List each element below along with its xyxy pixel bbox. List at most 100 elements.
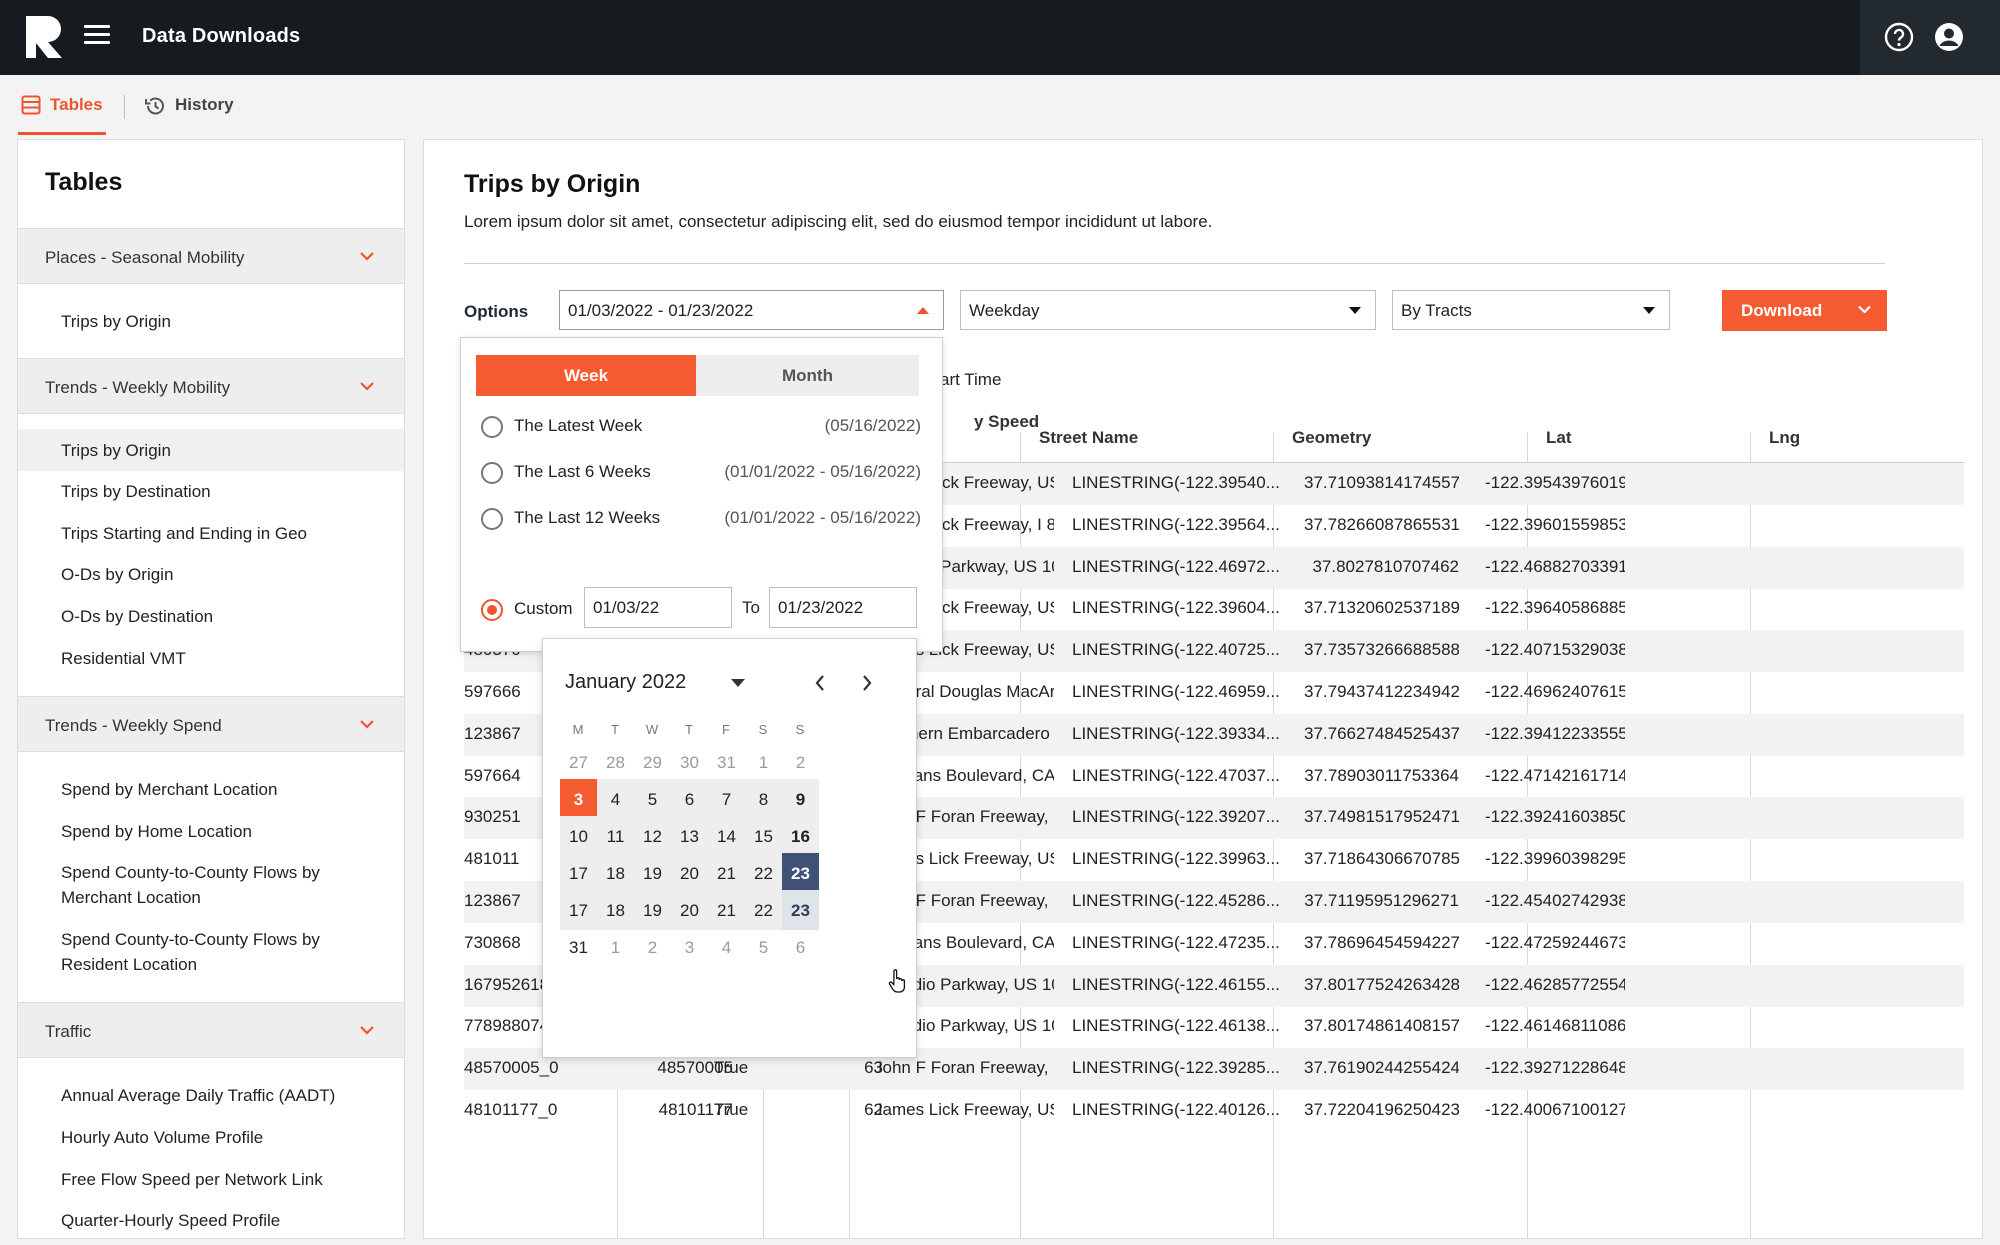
sidebar-item-hourly-auto-volume[interactable]: Hourly Auto Volume Profile [18, 1125, 404, 1150]
calendar-day[interactable]: 9 [782, 779, 819, 819]
radio-button-selected[interactable] [481, 599, 503, 621]
calendar-day[interactable]: 28 [597, 742, 634, 782]
chevron-right-icon[interactable] [861, 674, 873, 692]
calendar-day[interactable]: 14 [708, 816, 745, 856]
preset-custom[interactable]: Custom [481, 595, 573, 625]
calendar-day[interactable]: 16 [782, 816, 819, 856]
calendar-day[interactable]: 7 [708, 779, 745, 819]
calendar-day[interactable]: 30 [671, 742, 708, 782]
calendar-day[interactable]: 31 [708, 742, 745, 782]
custom-from-input[interactable]: 01/03/22 [584, 587, 732, 628]
sidebar-item-trips-by-origin[interactable]: Trips by Origin [18, 429, 404, 471]
tab-history[interactable]: History [144, 95, 234, 135]
calendar-day[interactable]: 27 [560, 742, 597, 782]
calendar-day[interactable]: 11 [597, 816, 634, 856]
radio-button[interactable] [481, 462, 503, 484]
sidebar-item-spend-by-merchant-location[interactable]: Spend by Merchant Location [18, 777, 404, 802]
cell-lng: -122.4628577255403 [1485, 974, 1625, 994]
sidebar-item-trips-by-origin[interactable]: Trips by Origin [18, 309, 404, 334]
sidebar-item-ods-by-destination[interactable]: O-Ds by Destination [18, 604, 404, 629]
column-header-lng[interactable]: Lng [1769, 428, 1800, 448]
calendar-day[interactable]: 17 [560, 890, 597, 930]
calendar-day[interactable]: 31 [560, 927, 597, 967]
group-places-seasonal-mobility[interactable]: Places - Seasonal Mobility [18, 228, 404, 284]
calendar-day[interactable]: 23 [782, 890, 819, 930]
preset-last-6-weeks[interactable]: The Last 6 Weeks (01/01/2022 - 05/16/202… [481, 458, 921, 488]
sidebar-item-spend-county-flows-merchant[interactable]: Spend County-to-County Flows by Merchant… [18, 860, 348, 910]
calendar-day[interactable]: 22 [745, 853, 782, 893]
calendar-day[interactable]: 21 [708, 890, 745, 930]
calendar-day[interactable]: 21 [708, 853, 745, 893]
month-select-caret-icon[interactable] [731, 679, 745, 687]
calendar-day[interactable]: 2 [634, 927, 671, 967]
help-icon[interactable] [1884, 22, 1914, 52]
calendar-day[interactable]: 19 [634, 890, 671, 930]
column-header-geometry[interactable]: Geometry [1292, 428, 1371, 448]
column-header-speed[interactable]: y Speed [974, 412, 1039, 432]
calendar-day[interactable]: 20 [671, 853, 708, 893]
sidebar-item-ods-by-origin[interactable]: O-Ds by Origin [18, 562, 404, 587]
calendar-day[interactable]: 19 [634, 853, 671, 893]
download-button[interactable]: Download [1722, 290, 1887, 331]
sidebar-item-free-flow-speed[interactable]: Free Flow Speed per Network Link [18, 1167, 404, 1192]
group-trends-weekly-spend[interactable]: Trends - Weekly Spend [18, 696, 404, 752]
day-type-select[interactable]: Weekday [960, 290, 1376, 330]
start-time-option[interactable]: art Time [940, 370, 1001, 390]
preset-last-12-weeks[interactable]: The Last 12 Weeks (01/01/2022 - 05/16/20… [481, 504, 921, 534]
sidebar-item-aadt[interactable]: Annual Average Daily Traffic (AADT) [18, 1083, 404, 1108]
menu-icon[interactable] [84, 25, 110, 47]
preset-latest-week[interactable]: The Latest Week (05/16/2022) [481, 412, 921, 442]
calendar-day[interactable]: 20 [671, 890, 708, 930]
calendar-day[interactable]: 1 [597, 927, 634, 967]
sidebar-item-spend-by-home-location[interactable]: Spend by Home Location [18, 819, 404, 844]
chevron-left-icon[interactable] [814, 674, 826, 692]
calendar-day[interactable]: 2 [782, 742, 819, 782]
column-header-lat[interactable]: Lat [1546, 428, 1572, 448]
calendar-month-label[interactable]: January 2022 [565, 671, 686, 694]
calendar-day[interactable]: 3 [560, 779, 597, 819]
calendar-day[interactable]: 1 [745, 742, 782, 782]
calendar-day[interactable]: 5 [634, 779, 671, 819]
month-toggle[interactable]: Month [696, 355, 919, 396]
radio-button[interactable] [481, 508, 503, 530]
sidebar-item-trips-by-destination[interactable]: Trips by Destination [18, 479, 404, 504]
calendar-day[interactable]: 8 [745, 779, 782, 819]
week-toggle[interactable]: Week [476, 355, 696, 396]
radio-button[interactable] [481, 416, 503, 438]
calendar-day[interactable]: 4 [597, 779, 634, 819]
sidebar-item-quarter-hourly-speed[interactable]: Quarter-Hourly Speed Profile [18, 1208, 404, 1233]
calendar-day[interactable]: 6 [671, 779, 708, 819]
sidebar-item-spend-county-flows-resident[interactable]: Spend County-to-County Flows by Resident… [18, 927, 348, 977]
calendar-day[interactable]: 3 [671, 927, 708, 967]
calendar-day[interactable]: 23 [782, 853, 819, 893]
geography-select[interactable]: By Tracts [1392, 290, 1670, 330]
date-range-select[interactable]: 01/03/2022 - 01/23/2022 [559, 290, 944, 330]
calendar-day[interactable]: 6 [782, 927, 819, 967]
custom-to-input[interactable]: 01/23/2022 [769, 587, 917, 628]
calendar-day[interactable]: 18 [597, 890, 634, 930]
table-row[interactable]: 48101177_0 48101177 True 62 James Lick Freew… [464, 1090, 1964, 1132]
calendar-day[interactable]: 18 [597, 853, 634, 893]
calendar-day[interactable]: 5 [745, 927, 782, 967]
column-header-street-name[interactable]: Street Name [1039, 428, 1138, 448]
calendar-day[interactable]: 12 [634, 816, 671, 856]
calendar-day[interactable]: 13 [671, 816, 708, 856]
calendar-day[interactable]: 10 [560, 816, 597, 856]
sidebar-item-trips-starting-ending-geo[interactable]: Trips Starting and Ending in Geo [18, 521, 404, 546]
calendar-day[interactable]: 17 [560, 853, 597, 893]
calendar-day[interactable]: 4 [708, 927, 745, 967]
weekday-label: T [611, 722, 619, 737]
group-traffic[interactable]: Traffic [18, 1002, 404, 1058]
cell-lng: -122.4614681108687 [1485, 1016, 1625, 1036]
calendar-day[interactable]: 22 [745, 890, 782, 930]
calendar-day[interactable]: 15 [745, 816, 782, 856]
account-icon[interactable] [1934, 22, 1964, 52]
sidebar-item-residential-vmt[interactable]: Residential VMT [18, 646, 404, 671]
custom-label: Custom [514, 599, 573, 618]
logo-icon[interactable] [26, 16, 62, 58]
tab-tables[interactable]: Tables [18, 95, 106, 135]
calendar-day[interactable]: 29 [634, 742, 671, 782]
group-trends-weekly-mobility[interactable]: Trends - Weekly Mobility [18, 358, 404, 414]
tab-history-label: History [175, 95, 234, 114]
cell-geometry: LINESTRING(-122.40126... [1072, 1100, 1280, 1119]
